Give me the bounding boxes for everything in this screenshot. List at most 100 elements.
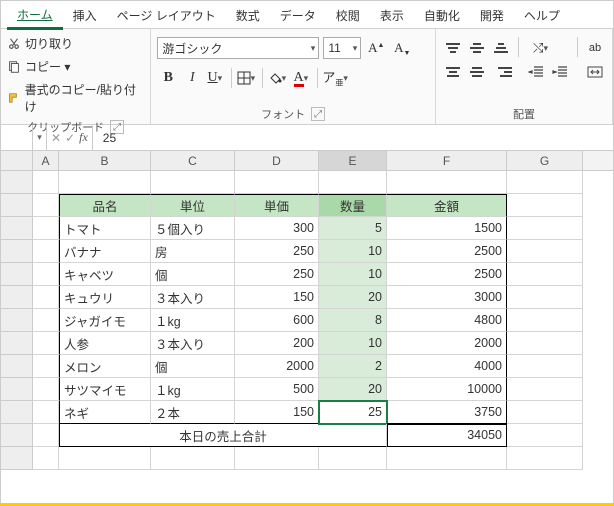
cell-amount[interactable]: 1500 (387, 217, 507, 240)
col-header-G[interactable]: G (507, 151, 583, 170)
col-header-C[interactable]: C (151, 151, 235, 170)
cell-amount[interactable]: 2500 (387, 263, 507, 286)
tab-data[interactable]: データ (270, 1, 326, 28)
cell-name[interactable]: メロン (59, 355, 151, 378)
row-header[interactable] (1, 240, 33, 263)
formula-input[interactable]: 25 (93, 131, 116, 145)
cell-amount[interactable]: 10000 (387, 378, 507, 401)
increase-font-button[interactable]: A (365, 37, 387, 59)
row-header[interactable] (1, 263, 33, 286)
cell-qty[interactable]: 20 (319, 378, 387, 401)
cut-button[interactable]: 切り取り (7, 33, 144, 54)
total-label[interactable]: 本日の売上合計 (59, 424, 387, 447)
col-header-A[interactable]: A (33, 151, 59, 170)
align-bottom-button[interactable] (490, 37, 512, 59)
align-middle-button[interactable] (466, 37, 488, 59)
fx-button[interactable]: fx (79, 130, 88, 145)
cell-unit[interactable]: １kg (151, 378, 235, 401)
row-header[interactable] (1, 217, 33, 240)
cell-unit[interactable]: １kg (151, 309, 235, 332)
cell-name[interactable]: キャベツ (59, 263, 151, 286)
decrease-font-button[interactable]: A (391, 37, 413, 59)
tab-view[interactable]: 表示 (370, 1, 414, 28)
cell-name[interactable]: 人参 (59, 332, 151, 355)
cell-price[interactable]: 300 (235, 217, 319, 240)
spreadsheet-grid[interactable]: A B C D E F G 品名 単位 単価 数量 金額 トマト５個入り3005… (1, 151, 613, 505)
bold-button[interactable]: B (157, 67, 179, 89)
align-left-button[interactable] (442, 61, 464, 83)
tab-formula[interactable]: 数式 (226, 1, 270, 28)
col-header-D[interactable]: D (235, 151, 319, 170)
cell-amount[interactable]: 2500 (387, 240, 507, 263)
cell-amount[interactable]: 2000 (387, 332, 507, 355)
name-box[interactable]: ▾ (1, 125, 47, 150)
orientation-button[interactable]: ⤭▾ (525, 37, 559, 59)
cell-amount[interactable]: 3750 (387, 401, 507, 424)
cell-amount[interactable]: 4000 (387, 355, 507, 378)
select-all-corner[interactable] (1, 151, 33, 170)
font-launcher[interactable]: ⤢ (311, 107, 325, 121)
cell-price[interactable]: 250 (235, 263, 319, 286)
row-header[interactable] (1, 286, 33, 309)
tab-review[interactable]: 校閲 (326, 1, 370, 28)
tab-automation[interactable]: 自動化 (414, 1, 470, 28)
border-button[interactable]: ▾ (236, 67, 258, 89)
cell-amount[interactable]: 4800 (387, 309, 507, 332)
font-size-select[interactable]: 11▾ (323, 37, 361, 59)
align-right-button[interactable] (490, 61, 512, 83)
tab-help[interactable]: ヘルプ (514, 1, 570, 28)
accept-formula-button[interactable]: ✓ (65, 131, 75, 145)
font-name-select[interactable]: 游ゴシック▾ (157, 37, 319, 59)
cell-price[interactable]: 200 (235, 332, 319, 355)
cell-qty[interactable]: 10 (319, 263, 387, 286)
row-header[interactable] (1, 332, 33, 355)
increase-indent-button[interactable] (549, 61, 571, 83)
cell-price[interactable]: 150 (235, 286, 319, 309)
copy-button[interactable]: コピー ▾ (7, 56, 144, 77)
cell-name[interactable]: トマト (59, 217, 151, 240)
row-header[interactable] (1, 355, 33, 378)
row-header[interactable] (1, 401, 33, 424)
chevron-down-icon[interactable]: ▾ (32, 125, 46, 150)
align-top-button[interactable] (442, 37, 464, 59)
cell-unit[interactable]: 房 (151, 240, 235, 263)
tab-page-layout[interactable]: ページ レイアウト (107, 1, 226, 28)
row-header[interactable] (1, 424, 33, 447)
cell-unit[interactable]: ５個入り (151, 217, 235, 240)
row-header[interactable] (1, 447, 33, 470)
cell-price[interactable]: 600 (235, 309, 319, 332)
table-header[interactable]: 金額 (387, 194, 507, 217)
tab-developer[interactable]: 開発 (470, 1, 514, 28)
cell-qty[interactable]: 10 (319, 332, 387, 355)
cell-price[interactable]: 2000 (235, 355, 319, 378)
col-header-B[interactable]: B (59, 151, 151, 170)
row-header[interactable] (1, 309, 33, 332)
phonetic-button[interactable]: ア亜▾ (322, 67, 351, 89)
table-header[interactable]: 単価 (235, 194, 319, 217)
underline-button[interactable]: U▾ (205, 67, 227, 89)
cell-qty[interactable]: 2 (319, 355, 387, 378)
font-color-button[interactable]: A▾ (291, 67, 313, 89)
cell-qty[interactable]: 10 (319, 240, 387, 263)
cell-unit[interactable]: ３本入り (151, 332, 235, 355)
cell-qty[interactable]: 8 (319, 309, 387, 332)
cell-amount[interactable]: 3000 (387, 286, 507, 309)
cell-qty[interactable]: 20 (319, 286, 387, 309)
decrease-indent-button[interactable] (525, 61, 547, 83)
row-header[interactable] (1, 378, 33, 401)
col-header-F[interactable]: F (387, 151, 507, 170)
row-header[interactable] (1, 194, 33, 217)
tab-insert[interactable]: 挿入 (63, 1, 107, 28)
cell-price[interactable]: 500 (235, 378, 319, 401)
cell-name[interactable]: サツマイモ (59, 378, 151, 401)
cell-name[interactable]: ジャガイモ (59, 309, 151, 332)
align-center-button[interactable] (466, 61, 488, 83)
cell-name[interactable]: バナナ (59, 240, 151, 263)
cell-price[interactable]: 250 (235, 240, 319, 263)
cell-unit[interactable]: 個 (151, 263, 235, 286)
cancel-formula-button[interactable]: ✕ (51, 131, 61, 145)
cell-price[interactable]: 150 (235, 401, 319, 424)
italic-button[interactable]: I (181, 67, 203, 89)
merge-center-button[interactable] (584, 61, 606, 83)
wrap-text-button[interactable]: ab (584, 37, 606, 59)
